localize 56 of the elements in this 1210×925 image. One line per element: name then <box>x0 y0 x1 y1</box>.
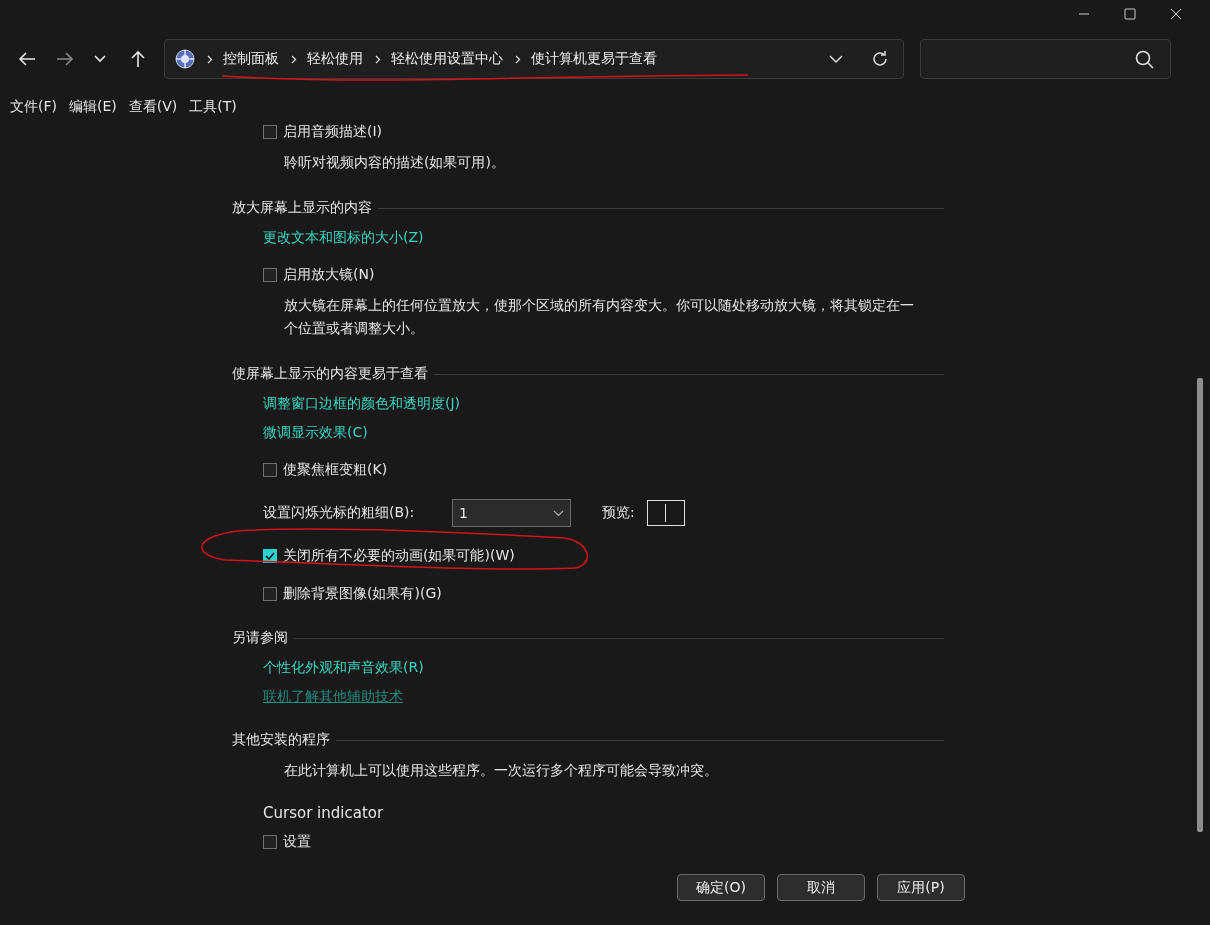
menu-item[interactable]: 查看(V) <box>128 98 178 116</box>
scrollbar[interactable] <box>1197 378 1203 832</box>
cursor-thickness-label: 设置闪烁光标的粗细(B): <box>263 504 416 522</box>
checkbox[interactable] <box>263 268 277 282</box>
up-arrow-icon[interactable] <box>130 50 146 68</box>
section-heading: 放大屏幕上显示的内容 <box>232 199 372 217</box>
link[interactable]: 更改文本和图标的大小(Z) <box>263 229 424 245</box>
chevron-right-icon <box>207 54 213 64</box>
breadcrumb-item[interactable]: 使计算机更易于查看 <box>531 50 657 68</box>
checkbox[interactable] <box>263 587 277 601</box>
checkbox-label[interactable]: 设置 <box>283 833 311 851</box>
menu-item[interactable]: 编辑(E) <box>69 98 117 116</box>
section-heading: 另请参阅 <box>232 629 288 647</box>
forward-arrow-icon[interactable] <box>56 51 74 67</box>
section-heading: 使屏幕上显示的内容更易于查看 <box>232 365 428 383</box>
menu-item[interactable]: 工具(T) <box>189 98 237 116</box>
checkbox-label[interactable]: 删除背景图像(如果有)(G) <box>283 585 442 603</box>
description-text: 聆听对视频内容的描述(如果可用)。 <box>284 153 506 172</box>
checkbox-label[interactable]: 启用音频描述(I) <box>283 123 383 141</box>
breadcrumb-item[interactable]: 控制面板 <box>223 50 279 68</box>
chevron-right-icon <box>291 54 297 64</box>
checkbox[interactable] <box>263 125 277 139</box>
cursor-thickness-dropdown[interactable]: 1 <box>452 499 571 527</box>
checkbox-label[interactable]: 使聚焦框变粗(K) <box>283 461 388 479</box>
breadcrumb-item[interactable]: 轻松使用 <box>307 50 363 68</box>
link[interactable]: 微调显示效果(C) <box>263 424 368 440</box>
cursor-preview-box <box>646 500 685 526</box>
section-heading: 其他安装的程序 <box>232 731 330 749</box>
chevron-right-icon <box>375 54 381 64</box>
chevron-down-icon[interactable] <box>829 54 843 64</box>
maximize-icon[interactable] <box>1124 8 1136 20</box>
menu-item[interactable]: 文件(F) <box>10 98 57 116</box>
chevron-down-icon[interactable] <box>94 55 106 63</box>
preview-label: 预览: <box>602 504 635 522</box>
program-name: Cursor indicator <box>263 803 385 823</box>
chevron-down-icon <box>553 509 564 517</box>
checkbox[interactable] <box>263 463 277 477</box>
close-icon[interactable] <box>1170 8 1182 20</box>
link[interactable]: 联机了解其他辅助技术 <box>263 688 403 704</box>
description-text: 在此计算机上可以使用这些程序。一次运行多个程序可能会导致冲突。 <box>284 761 719 780</box>
dialog-button[interactable]: 应用(P) <box>877 874 965 901</box>
refresh-icon[interactable] <box>871 50 889 68</box>
checkbox[interactable] <box>263 835 277 849</box>
control-panel-icon <box>175 49 195 69</box>
breadcrumb-item[interactable]: 轻松使用设置中心 <box>391 50 503 68</box>
link[interactable]: 个性化外观和声音效果(R) <box>263 659 424 675</box>
link[interactable]: 调整窗口边框的颜色和透明度(J) <box>263 395 461 411</box>
address-bar[interactable]: 控制面板 轻松使用 轻松使用设置中心 使计算机更易于查看 <box>164 39 904 79</box>
chevron-right-icon <box>515 54 521 64</box>
back-arrow-icon[interactable] <box>18 51 36 67</box>
search-field[interactable] <box>920 39 1171 79</box>
dialog-button[interactable]: 取消 <box>777 874 865 901</box>
search-icon <box>1135 49 1154 69</box>
checkbox-label[interactable]: 启用放大镜(N) <box>283 266 375 284</box>
description-text: 放大镜在屏幕上的任何位置放大，使那个区域的所有内容变大。你可以随处移动放大镜，将其锁定在一个位置或者调整大小。 <box>284 296 914 338</box>
dialog-button[interactable]: 确定(O) <box>677 874 765 901</box>
